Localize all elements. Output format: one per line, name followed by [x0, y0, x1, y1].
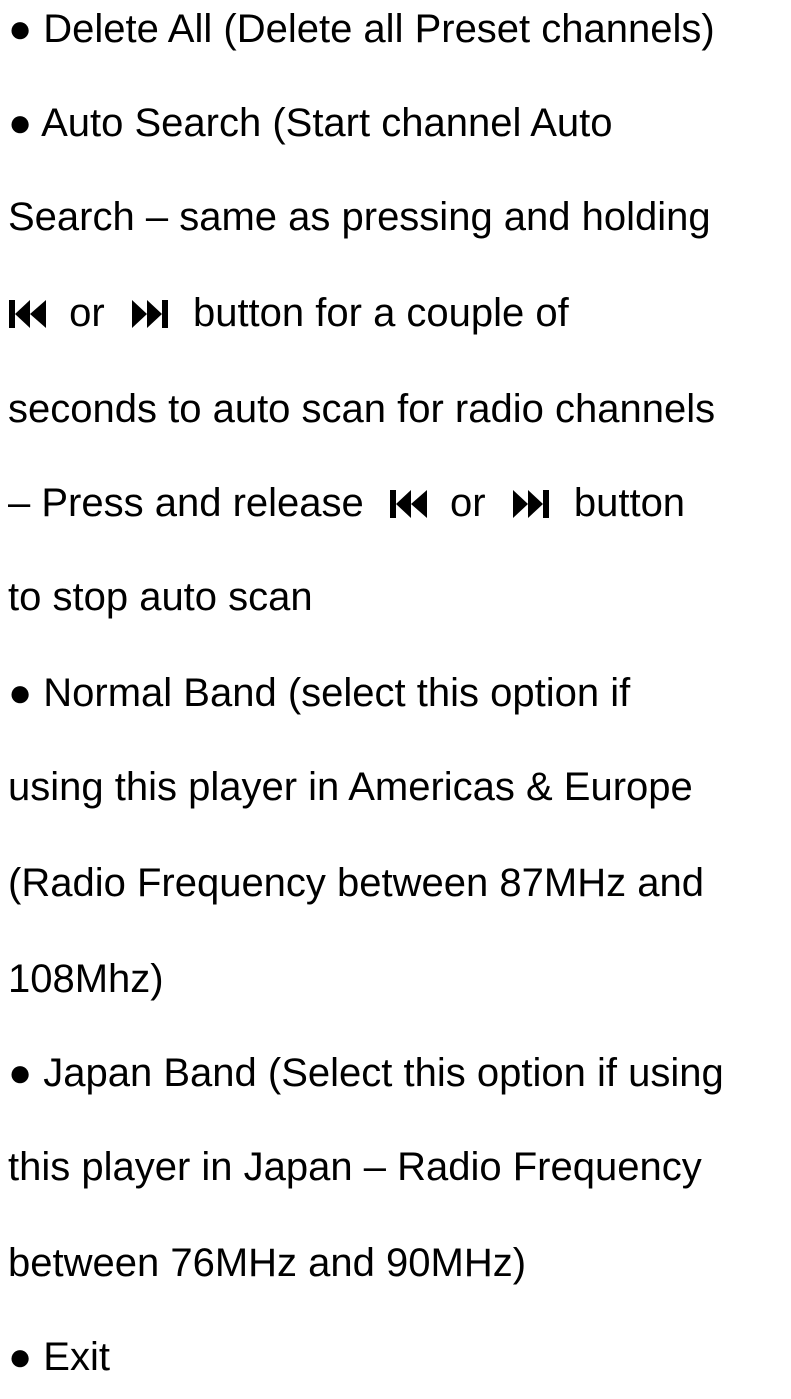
auto-search-description-text: button for a couple of: [192, 291, 569, 335]
list-item-japan-band: ● Japan Band (Select this option if usin…: [8, 1051, 724, 1095]
skip-previous-icon: [389, 489, 429, 519]
or-text: or: [450, 481, 486, 525]
list-item-normal-band: ● Normal Band (select this option if: [8, 671, 631, 715]
list-item-auto-search: ● Auto Search (Start channel Auto: [8, 101, 613, 145]
normal-band-description-line: 108Mhz): [8, 957, 164, 1001]
or-text: or: [69, 291, 105, 335]
auto-search-description-text: – Press and release: [8, 481, 364, 525]
auto-search-description-line: or button for a couple of: [8, 290, 569, 336]
list-item-exit: ● Exit: [8, 1335, 110, 1379]
document-page: ● Delete All (Delete all Preset channels…: [0, 0, 791, 1399]
normal-band-description-line: (Radio Frequency between 87MHz and: [8, 861, 704, 905]
auto-search-description-text: button: [573, 481, 686, 525]
skip-next-icon: [130, 299, 170, 329]
auto-search-description-line: seconds to auto scan for radio channels: [8, 387, 716, 431]
skip-next-icon: [511, 489, 551, 519]
auto-search-description-line: to stop auto scan: [8, 575, 313, 619]
japan-band-description-line: between 76MHz and 90MHz): [8, 1241, 527, 1285]
japan-band-description-line: this player in Japan – Radio Frequency: [8, 1145, 702, 1189]
skip-previous-icon: [8, 299, 48, 329]
auto-search-description-line: Search – same as pressing and holding: [8, 195, 711, 239]
normal-band-description-line: using this player in Americas & Europe: [8, 765, 693, 809]
list-item-delete-all: ● Delete All (Delete all Preset channels…: [8, 7, 715, 51]
auto-search-description-line: – Press and release or button: [8, 480, 685, 526]
